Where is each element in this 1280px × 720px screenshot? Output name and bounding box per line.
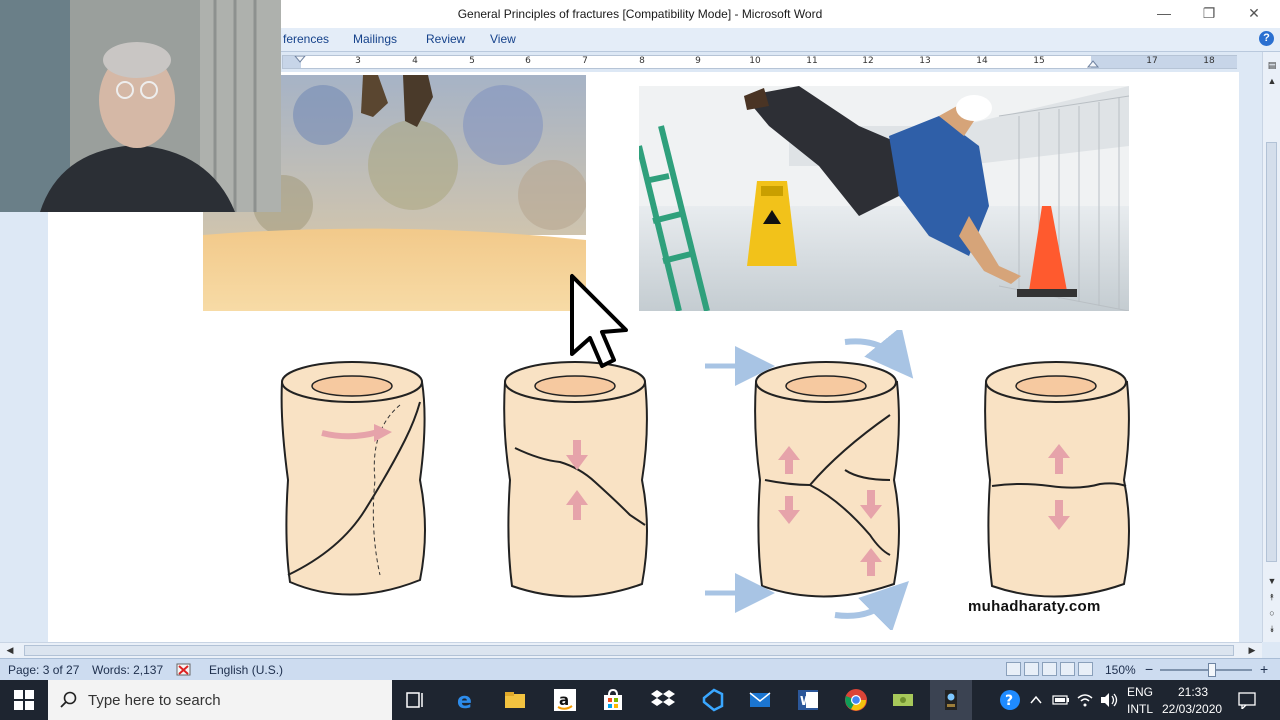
battery-icon[interactable]: [1052, 693, 1070, 707]
ruler-label: 8: [639, 56, 645, 66]
ruler-label: 7: [582, 56, 588, 66]
word-icon[interactable]: W: [796, 688, 820, 712]
ruler-label: 10: [749, 56, 761, 66]
wifi-icon[interactable]: [1076, 692, 1094, 708]
ruler-label: 3: [355, 56, 361, 66]
svg-text:W: W: [800, 694, 813, 708]
amazon-icon[interactable]: a: [553, 688, 577, 712]
scroll-right-icon[interactable]: ▶: [1246, 645, 1258, 656]
webcam-overlay: [0, 0, 281, 212]
zoom-out-button[interactable]: −: [1145, 661, 1153, 677]
volume-icon[interactable]: [1099, 692, 1119, 708]
windows-taskbar: Type here to search e a W ? ENG INTL 21:…: [0, 680, 1280, 720]
vertical-scroll-thumb[interactable]: [1266, 142, 1277, 562]
print-layout-view-button[interactable]: [1006, 662, 1021, 676]
web-layout-button[interactable]: [1042, 662, 1057, 676]
taskbar-search-box[interactable]: Type here to search: [48, 680, 392, 720]
ruler-label: 15: [1033, 56, 1045, 66]
ruler-label: 12: [862, 56, 874, 66]
camera-app-icon[interactable]: [939, 688, 963, 712]
input-language-bottom[interactable]: INTL: [1127, 702, 1153, 716]
ruler-label: 14: [976, 56, 988, 66]
next-page-icon[interactable]: ⯯: [1266, 624, 1278, 635]
clock-time[interactable]: 21:33: [1178, 685, 1208, 699]
first-line-indent-marker[interactable]: [293, 56, 307, 68]
word-window: General Principles of fractures [Compati…: [0, 0, 1280, 720]
search-placeholder: Type here to search: [88, 692, 221, 709]
close-button[interactable]: ✕: [1240, 4, 1268, 22]
comminuted-fracture-bone: [705, 330, 914, 630]
vertical-scrollbar[interactable]: ▤ ▲ ▼ ⯭ ○ ⯯: [1262, 52, 1280, 642]
scroll-down-icon[interactable]: ▼: [1266, 576, 1278, 586]
draft-view-button[interactable]: [1078, 662, 1093, 676]
svg-text:?: ?: [1005, 693, 1013, 709]
minimize-button[interactable]: —: [1150, 4, 1178, 22]
mouse-cursor: [570, 274, 628, 368]
edge-icon[interactable]: e: [454, 688, 478, 712]
task-view-icon[interactable]: [404, 688, 428, 712]
ruler-label: 5: [469, 56, 475, 66]
watermark-text: muhadharaty.com: [968, 598, 1101, 615]
money-icon[interactable]: [891, 688, 915, 712]
tab-references[interactable]: ferences: [283, 32, 329, 46]
show-hidden-icons-icon[interactable]: [1030, 694, 1042, 706]
language-indicator[interactable]: English (U.S.): [209, 663, 283, 677]
ruler-label: 13: [919, 56, 931, 66]
ruler-right-margin: [1091, 56, 1237, 68]
notifications-icon[interactable]: [1238, 691, 1256, 709]
proofing-icon[interactable]: [176, 663, 192, 677]
scroll-left-icon[interactable]: ◀: [4, 645, 16, 656]
ruler-label: 17: [1146, 56, 1158, 66]
outline-view-button[interactable]: [1060, 662, 1075, 676]
svg-text:e: e: [457, 689, 472, 712]
fracture-types-diagram: [280, 330, 1130, 630]
ruler-label: 18: [1203, 56, 1215, 66]
page-count[interactable]: Page: 3 of 27: [8, 663, 79, 677]
restore-button[interactable]: ❐: [1195, 4, 1223, 22]
tab-review[interactable]: Review: [426, 32, 465, 46]
ruler-label: 6: [525, 56, 531, 66]
zoom-slider-knob[interactable]: [1208, 663, 1216, 677]
mail-icon[interactable]: [748, 688, 772, 712]
previous-page-icon[interactable]: ⯭: [1266, 592, 1278, 603]
store-icon[interactable]: [601, 688, 625, 712]
zoom-slider[interactable]: [1160, 669, 1252, 671]
horizontal-scrollbar[interactable]: ◀ ▶: [0, 642, 1262, 658]
horizontal-scroll-thumb[interactable]: [24, 645, 1234, 656]
tension-fracture-bone: [984, 361, 1130, 598]
zoom-in-button[interactable]: +: [1260, 661, 1268, 677]
zoom-level[interactable]: 150%: [1105, 663, 1136, 677]
slip-fall-photo: [639, 86, 1129, 311]
tab-mailings[interactable]: Mailings: [353, 32, 397, 46]
word-count[interactable]: Words: 2,137: [92, 663, 163, 677]
chrome-icon[interactable]: [844, 688, 868, 712]
transverse-fracture-bone: [503, 361, 648, 598]
help-icon[interactable]: ?: [1259, 31, 1274, 46]
status-bar: Page: 3 of 27 Words: 2,137 English (U.S.…: [0, 658, 1280, 680]
search-icon: [60, 691, 77, 708]
scroll-up-icon[interactable]: ▲: [1266, 76, 1278, 86]
full-screen-reading-button[interactable]: [1024, 662, 1039, 676]
ruler-toggle-icon[interactable]: ▤: [1266, 60, 1278, 71]
clock-date[interactable]: 22/03/2020: [1162, 702, 1222, 716]
right-indent-marker[interactable]: [1086, 56, 1100, 68]
svg-text:a: a: [559, 691, 569, 709]
spiral-fracture-bone: [280, 361, 426, 596]
visual-studio-icon[interactable]: [700, 688, 724, 712]
file-explorer-icon[interactable]: [503, 688, 527, 712]
input-language-top[interactable]: ENG: [1127, 685, 1153, 699]
horizontal-ruler[interactable]: 3 4 5 6 7 8 9 10 11 12 13 14 15 17 18: [282, 55, 1237, 69]
windows-start-icon[interactable]: [12, 688, 36, 712]
select-browse-object-icon[interactable]: ○: [1266, 608, 1278, 618]
help-tray-icon[interactable]: ?: [998, 688, 1022, 712]
ruler-label: 11: [806, 56, 818, 66]
ruler-label: 9: [695, 56, 701, 66]
ruler-label: 4: [412, 56, 418, 66]
tab-view[interactable]: View: [490, 32, 516, 46]
dropbox-icon[interactable]: [651, 688, 675, 712]
